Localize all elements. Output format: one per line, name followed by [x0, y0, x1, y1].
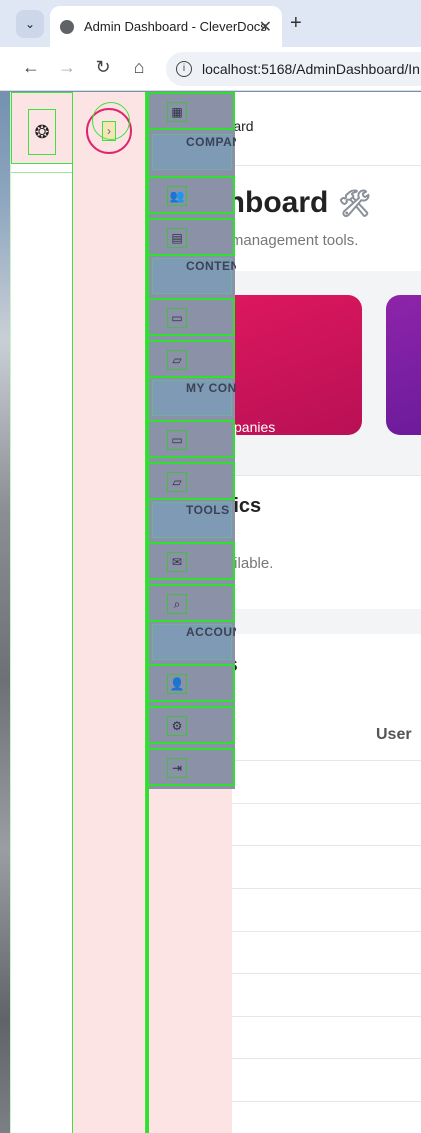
nav-item-settings[interactable]: ⚙ [149, 706, 235, 744]
nav-item-chat[interactable]: ✉ [149, 542, 235, 580]
search-icon: ⌕ [167, 594, 187, 614]
stat-card-label: panies [234, 419, 276, 435]
reload-icon[interactable]: ↻ [92, 57, 114, 78]
back-icon[interactable]: ← [20, 57, 42, 78]
tab-title: Admin Dashboard - CleverDocs [84, 19, 267, 34]
sidebar-nav: ▦ COMPAN 👥 ▤ CONTEN ▭ ▱ MY CONT ▭ ▱ TOO [146, 92, 236, 1133]
user-icon: 👤 [167, 674, 187, 694]
document-icon: ▭ [167, 430, 187, 450]
logo-container[interactable]: ❂ [11, 92, 73, 164]
chevron-down-icon: ⌄ [24, 17, 36, 31]
browser-tab-strip: ⌄ Admin Dashboard - CleverDocs ✕ + [0, 0, 421, 47]
close-icon[interactable]: ✕ [259, 17, 272, 37]
logout-icon: ⇥ [167, 758, 187, 778]
folder-icon: ▱ [167, 472, 187, 492]
address-bar[interactable]: i localhost:5168/AdminDashboard/In [166, 52, 421, 86]
home-icon[interactable]: ⌂ [128, 57, 150, 78]
nav-item-companies[interactable]: ▤ [149, 218, 235, 256]
focus-ring [92, 102, 130, 140]
nav-section-content: CONTEN [152, 258, 236, 294]
gear-icon: ⚙ [167, 716, 187, 736]
forward-icon[interactable]: → [56, 57, 78, 78]
nav-section-label: ACCOUN [186, 625, 236, 639]
tab-search-button[interactable]: ⌄ [16, 10, 44, 38]
column-header-user[interactable]: User [376, 726, 412, 744]
nav-item-documents[interactable]: ▭ [149, 298, 235, 336]
brand-logo[interactable]: ❂ [28, 109, 56, 155]
brain-icon: ❂ [34, 121, 50, 142]
sidebar-toggle-button[interactable]: › [86, 102, 132, 154]
nav-section-account: ACCOUN [152, 624, 236, 660]
document-icon: ▭ [167, 308, 187, 328]
logo-column: ❂ [10, 92, 73, 1133]
url-text: localhost:5168/AdminDashboard/In [202, 61, 420, 77]
nav-item-profile[interactable]: 👤 [149, 664, 235, 702]
browser-tab[interactable]: Admin Dashboard - CleverDocs ✕ [50, 6, 282, 47]
nav-item-users[interactable]: 👥 [149, 176, 235, 214]
dashboard-icon: ▦ [167, 102, 187, 122]
sidebar-toggle-column: › [72, 92, 146, 1133]
divider [11, 172, 73, 173]
nav-item-search[interactable]: ⌕ [149, 584, 235, 622]
site-info-icon[interactable]: i [176, 61, 192, 77]
new-tab-button[interactable]: + [290, 12, 302, 35]
stat-card-secondary[interactable] [386, 295, 421, 435]
nav-section-label: TOOLS [186, 503, 230, 517]
building-icon: ▤ [167, 228, 187, 248]
tools-icon: 🛠 [338, 188, 372, 218]
nav-item-logout[interactable]: ⇥ [149, 748, 235, 786]
browser-toolbar: ← → ↻ ⌂ i localhost:5168/AdminDashboard/… [0, 47, 421, 91]
nav-section-label: CONTEN [186, 259, 236, 273]
nav-section-label: COMPAN [186, 135, 236, 149]
nav-section-tools: TOOLS [152, 502, 232, 538]
nav-item-dashboard[interactable]: ▦ [149, 92, 235, 130]
nav-section-label: MY CONT [186, 381, 236, 395]
users-icon: 👥 [167, 186, 187, 206]
nav-item-my-folders[interactable]: ▱ [149, 462, 235, 500]
chat-icon: ✉ [167, 552, 187, 572]
globe-icon [60, 19, 74, 34]
nav-section-my-content: MY CONT [152, 380, 236, 416]
nav-item-folders[interactable]: ▱ [149, 340, 235, 378]
nav-section-companies: COMPAN [152, 134, 236, 170]
folder-icon: ▱ [167, 350, 187, 370]
nav-item-my-documents[interactable]: ▭ [149, 420, 235, 458]
nav-list: ▦ COMPAN 👥 ▤ CONTEN ▭ ▱ MY CONT ▭ ▱ TOO [149, 92, 236, 789]
